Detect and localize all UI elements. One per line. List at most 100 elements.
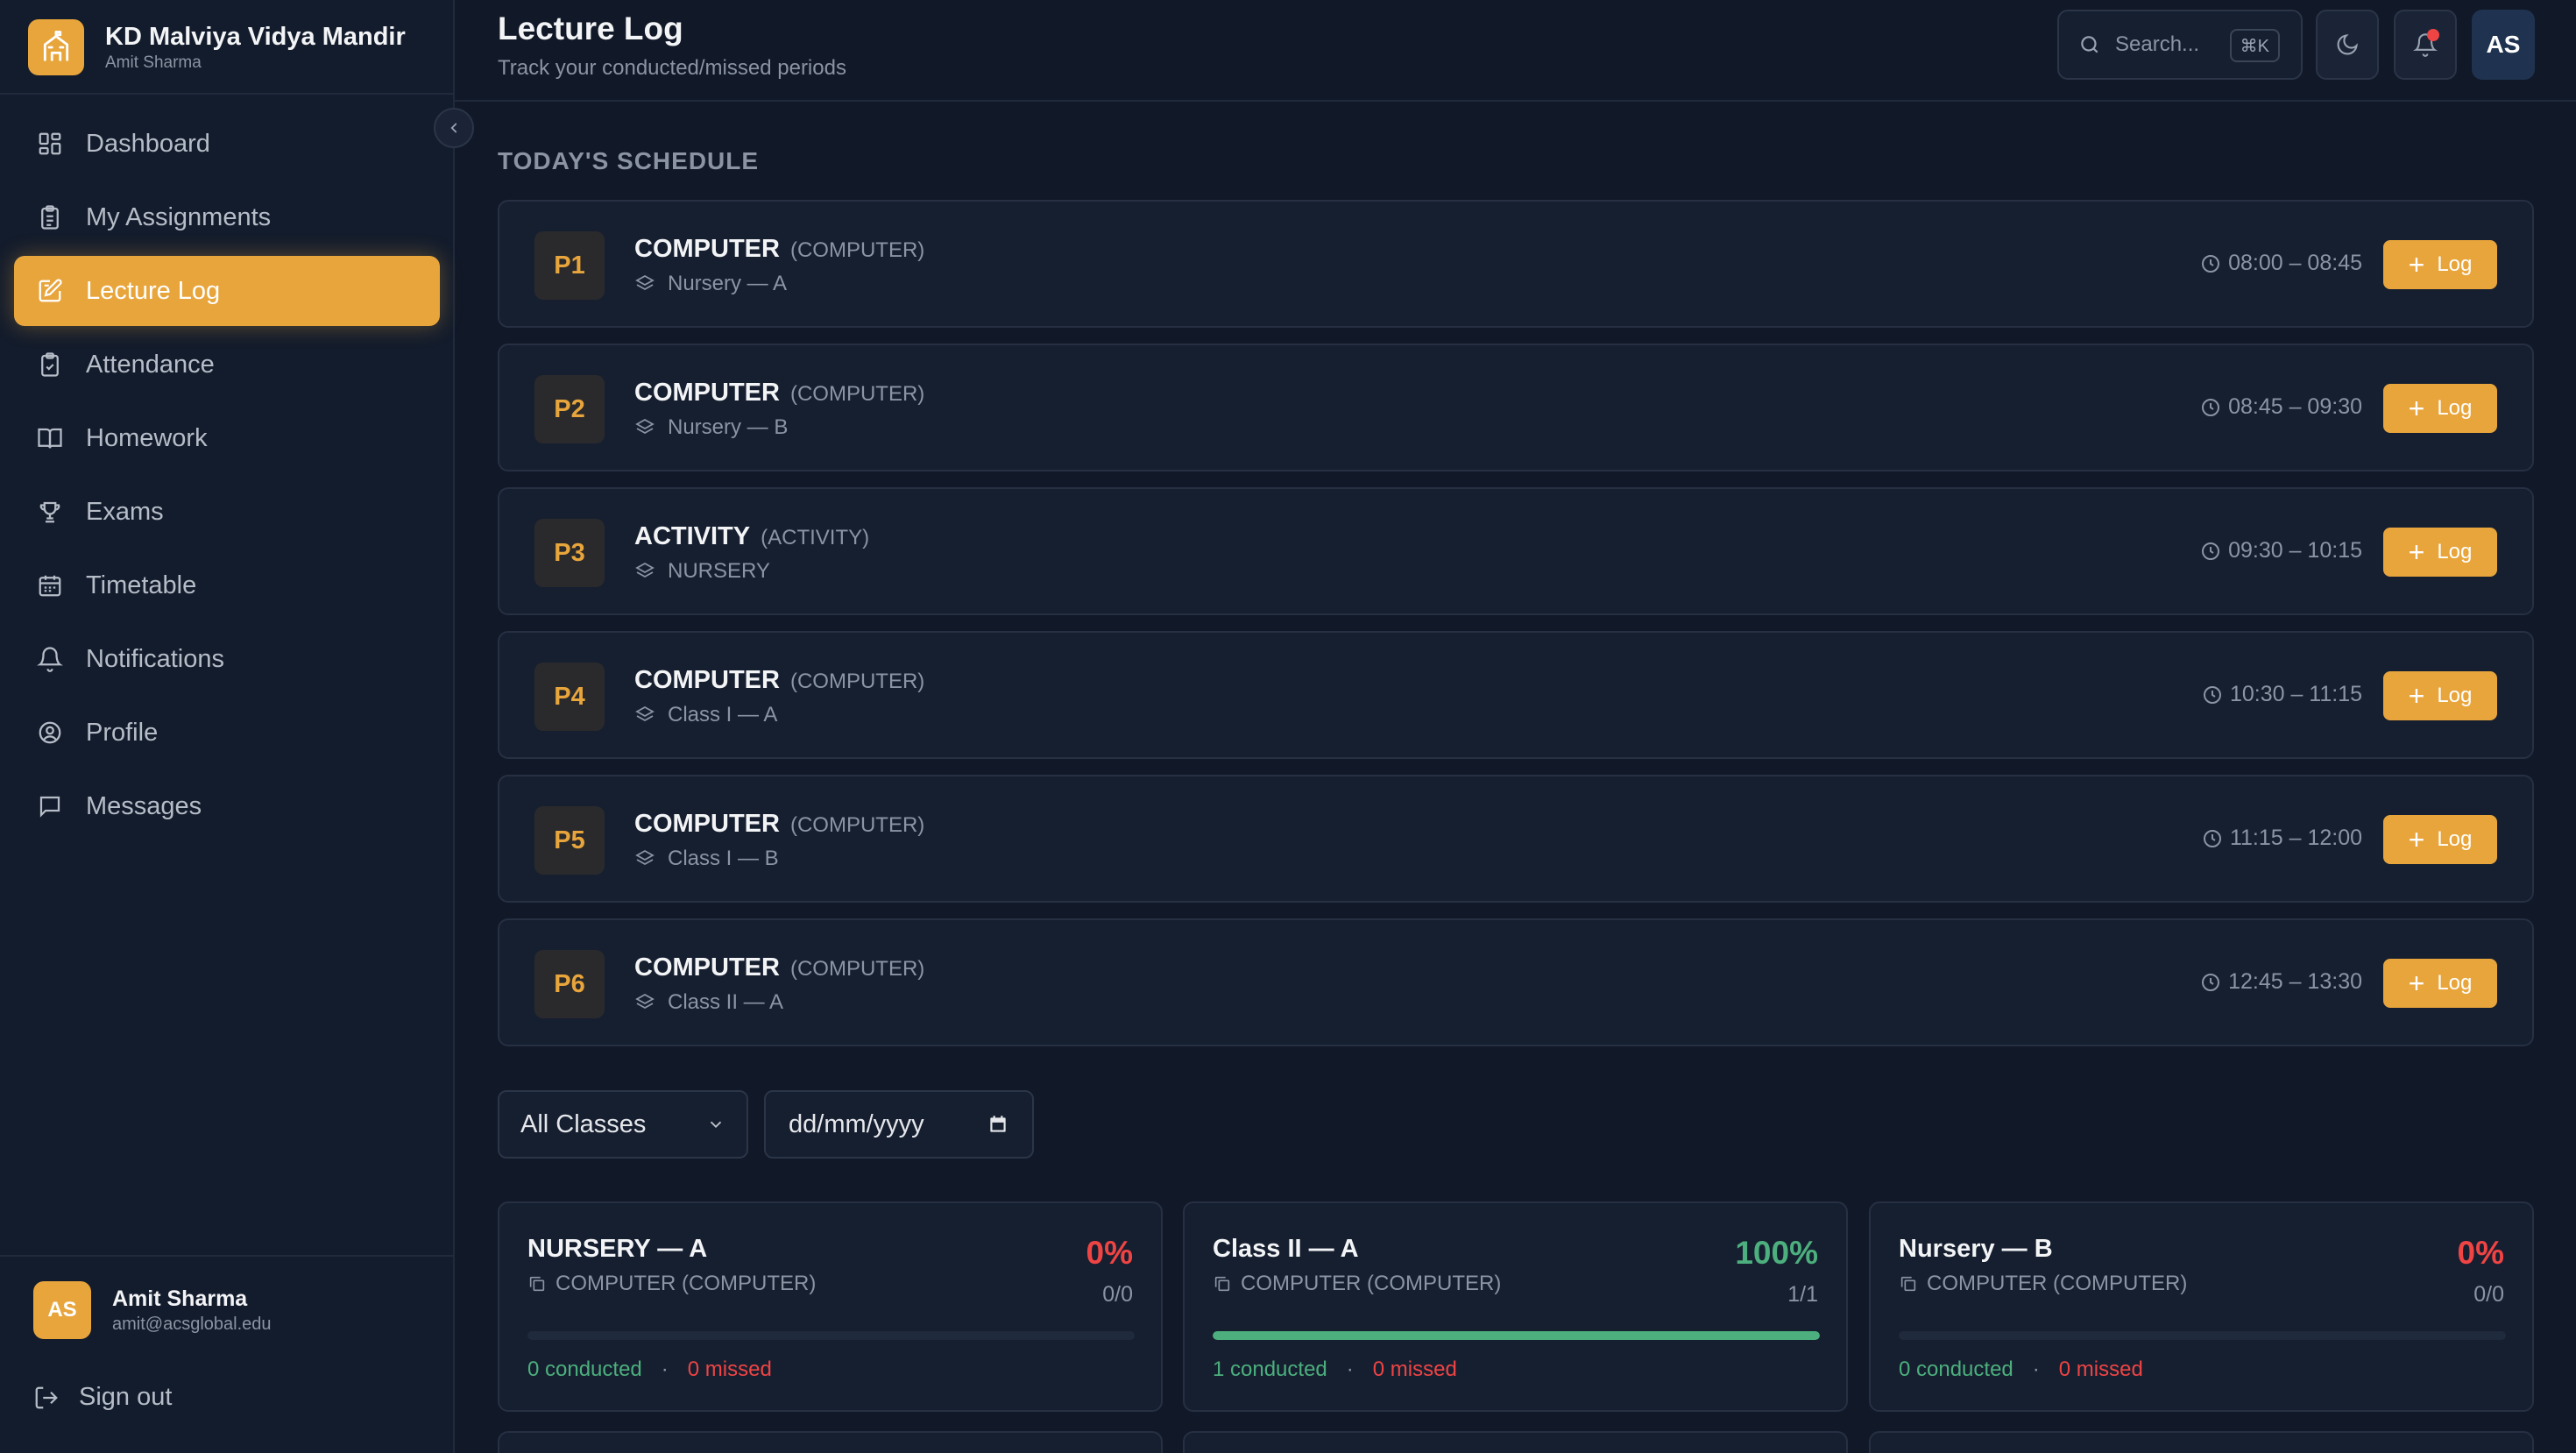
progress-bar — [527, 1331, 1135, 1340]
sidebar-divider — [0, 93, 455, 95]
sidebar-item-dashboard[interactable]: Dashboard — [14, 109, 440, 179]
missed-count: 0 missed — [1372, 1357, 1457, 1381]
user-name: Amit Sharma — [112, 1286, 248, 1311]
sidebar-divider — [0, 1255, 455, 1257]
clock-icon — [2202, 828, 2223, 849]
layers-icon — [634, 273, 655, 294]
subject-code: (ACTIVITY) — [761, 526, 870, 549]
subject-code: (COMPUTER) — [789, 382, 925, 406]
search-input[interactable]: Search... ⌘K — [2057, 10, 2303, 80]
school-name: KD Malviya Vidya Mandir — [105, 23, 406, 51]
log-button[interactable]: + Log — [2383, 815, 2497, 864]
avatar[interactable]: AS — [2472, 10, 2535, 80]
message-icon — [35, 791, 65, 821]
notifications-button[interactable] — [2394, 10, 2457, 80]
progress-fill — [1213, 1331, 1820, 1340]
date-filter-input[interactable]: dd/mm/yyyy — [764, 1090, 1034, 1159]
sidebar-item-label: Timetable — [86, 571, 197, 599]
clock-icon — [2200, 972, 2221, 993]
theme-toggle-button[interactable] — [2316, 10, 2379, 80]
class-name: Class I — A — [668, 703, 778, 726]
clock-icon — [2200, 541, 2221, 562]
class-summary-card[interactable] — [1183, 1431, 1848, 1453]
sidebar-item-exams[interactable]: Exams — [14, 477, 440, 547]
sidebar-item-label: Exams — [86, 497, 164, 526]
subject-code: (COMPUTER) — [789, 957, 925, 981]
missed-count: 0 missed — [687, 1357, 772, 1381]
clock-icon — [2200, 397, 2221, 418]
class-summary-card[interactable]: Nursery — B COMPUTER (COMPUTER) 0% 0/0 0… — [1869, 1201, 2534, 1412]
schedule-list: P1 COMPUTER (COMPUTER) Nursery — A 08:00… — [498, 200, 2534, 1062]
subject-name: COMPUTER — [634, 235, 780, 263]
log-button[interactable]: + Log — [2383, 528, 2497, 577]
schedule-row: P6 COMPUTER (COMPUTER) Class II — A 12:4… — [498, 918, 2534, 1046]
card-fraction: 0/0 — [2473, 1282, 2504, 1307]
user-circle-icon — [35, 718, 65, 748]
log-button[interactable]: + Log — [2383, 384, 2497, 433]
sidebar-item-label: Attendance — [86, 350, 215, 379]
period-badge: P2 — [534, 375, 605, 443]
card-subject: COMPUTER (COMPUTER) — [1241, 1272, 1502, 1295]
period-badge: P6 — [534, 950, 605, 1018]
plus-icon: + — [2408, 824, 2425, 855]
chevron-left-icon — [446, 120, 462, 136]
period-badge: P5 — [534, 806, 605, 875]
calendar-icon[interactable] — [987, 1113, 1009, 1136]
user-email: amit@acsglobal.edu — [112, 1315, 272, 1334]
log-button-label: Log — [2437, 971, 2473, 995]
class-summary-card[interactable] — [1869, 1431, 2534, 1453]
sidebar-item-notifications[interactable]: Notifications — [14, 624, 440, 694]
card-subject: COMPUTER (COMPUTER) — [556, 1272, 817, 1295]
schedule-row: P4 COMPUTER (COMPUTER) Class I — A 10:30… — [498, 631, 2534, 759]
section-title-schedule: TODAY'S SCHEDULE — [498, 147, 760, 174]
subject-code: (COMPUTER) — [789, 813, 925, 837]
sign-out-button[interactable]: Sign out — [33, 1383, 172, 1412]
separator-dot: · — [661, 1357, 669, 1381]
sidebar-item-profile[interactable]: Profile — [14, 698, 440, 768]
sidebar-item-attendance[interactable]: Attendance — [14, 330, 440, 400]
subject-code: (COMPUTER) — [789, 670, 925, 693]
sidebar-item-lecture-log[interactable]: Lecture Log — [14, 256, 440, 326]
log-button[interactable]: + Log — [2383, 671, 2497, 720]
calendar-icon — [35, 571, 65, 600]
sidebar-item-messages[interactable]: Messages — [14, 771, 440, 841]
card-subject: COMPUTER (COMPUTER) — [1927, 1272, 2188, 1295]
sidebar-item-label: Lecture Log — [86, 276, 221, 305]
period-time: 12:45 – 13:30 — [2228, 969, 2362, 994]
sidebar: KD Malviya Vidya Mandir Amit Sharma Dash… — [0, 0, 455, 1453]
sidebar-item-homework[interactable]: Homework — [14, 403, 440, 473]
class-summary-card[interactable]: Class II — A COMPUTER (COMPUTER) 100% 1/… — [1183, 1201, 1848, 1412]
period-time: 08:00 – 08:45 — [2228, 251, 2362, 275]
sidebar-item-my-assignments[interactable]: My Assignments — [14, 182, 440, 252]
schedule-row: P1 COMPUTER (COMPUTER) Nursery — A 08:00… — [498, 200, 2534, 328]
page-title: Lecture Log — [498, 11, 683, 46]
progress-bar — [1899, 1331, 2506, 1340]
class-name: Nursery — B — [668, 415, 789, 439]
sidebar-item-timetable[interactable]: Timetable — [14, 550, 440, 620]
plus-icon: + — [2408, 249, 2425, 280]
log-button[interactable]: + Log — [2383, 240, 2497, 289]
class-summary-card[interactable]: NURSERY — A COMPUTER (COMPUTER) 0% 0/0 0… — [498, 1201, 1163, 1412]
brand[interactable]: KD Malviya Vidya Mandir Amit Sharma — [28, 12, 406, 82]
card-class-name: NURSERY — A — [527, 1235, 708, 1263]
progress-bar — [1213, 1331, 1820, 1340]
clock-icon — [2200, 253, 2221, 274]
class-name: Class II — A — [668, 990, 784, 1014]
copy-icon — [527, 1274, 547, 1294]
collapse-sidebar-button[interactable] — [434, 108, 474, 148]
class-summary-card[interactable] — [498, 1431, 1163, 1453]
period-time: 11:15 – 12:00 — [2229, 826, 2362, 850]
card-fraction: 0/0 — [1102, 1282, 1133, 1307]
class-name: Class I — B — [668, 847, 779, 870]
sign-out-label: Sign out — [79, 1383, 173, 1411]
sidebar-user[interactable]: AS Amit Sharma amit@acsglobal.edu — [33, 1281, 272, 1339]
class-name: Nursery — A — [668, 272, 788, 295]
notification-dot — [2427, 29, 2439, 41]
log-button[interactable]: + Log — [2383, 959, 2497, 1008]
sidebar-item-label: Profile — [86, 718, 159, 747]
class-filter-select[interactable]: All Classes — [498, 1090, 748, 1159]
log-button-label: Log — [2437, 827, 2473, 851]
dashboard-icon — [35, 129, 65, 159]
conducted-count: 0 conducted — [1899, 1357, 2013, 1381]
card-percent: 0% — [2457, 1235, 2504, 1271]
